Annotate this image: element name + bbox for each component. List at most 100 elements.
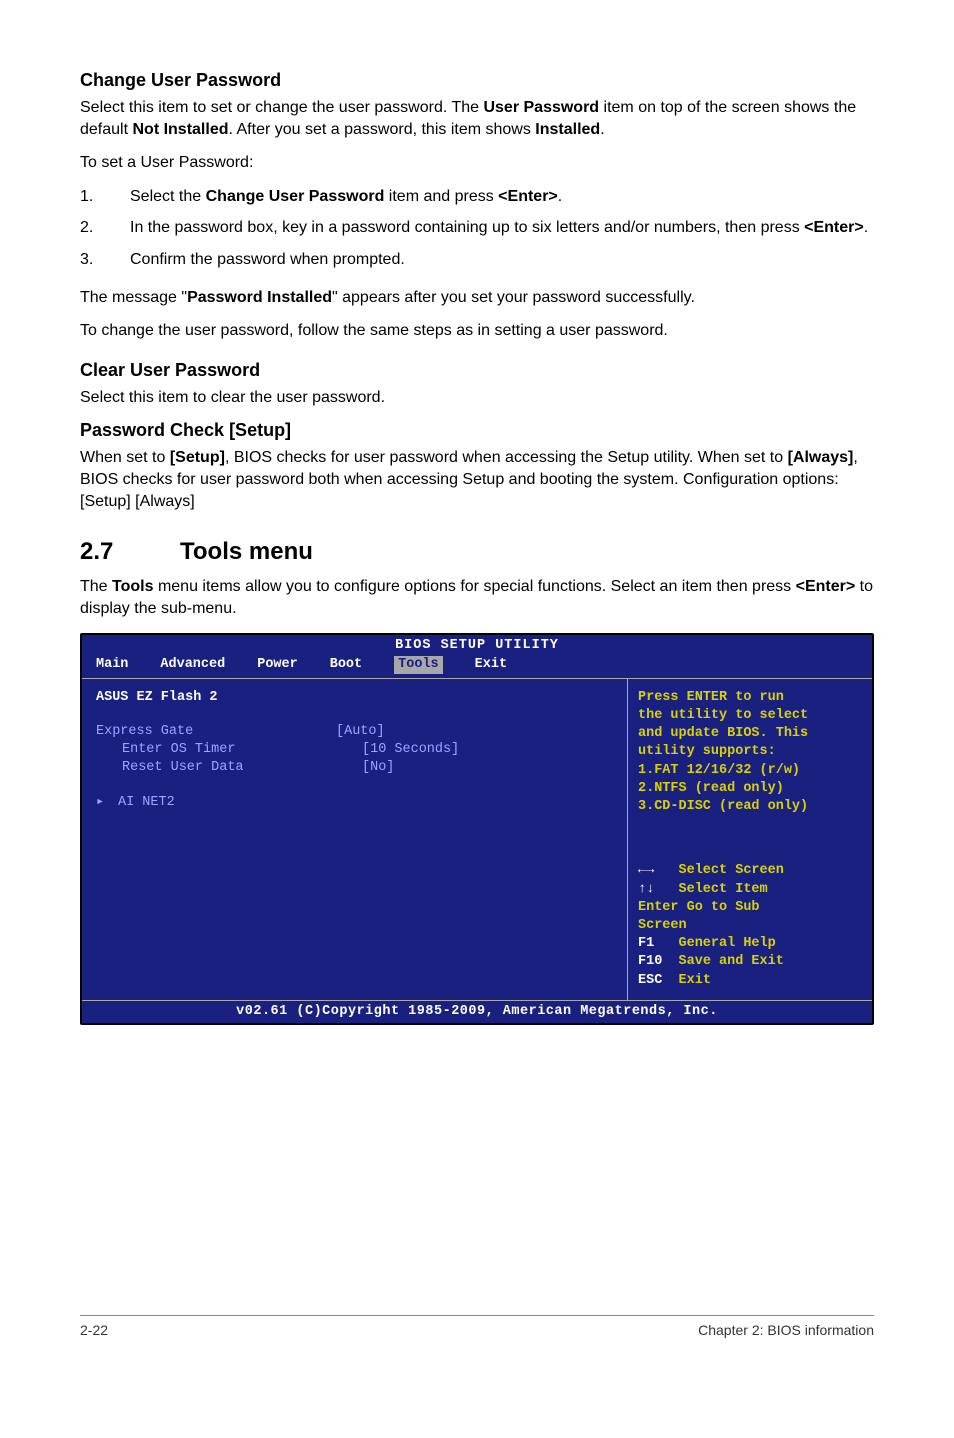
bios-item-ezflash[interactable]: ASUS EZ Flash 2 xyxy=(96,689,613,707)
nav-row: F1 General Help xyxy=(638,935,862,953)
text: " appears after you set your password su… xyxy=(332,289,695,306)
text-bold: Password Installed xyxy=(187,289,332,306)
bios-left-pane: ASUS EZ Flash 2 Express Gate [Auto] Ente… xyxy=(82,679,628,1000)
help-line: the utility to select xyxy=(638,707,862,725)
bios-right-pane: Press ENTER to run the utility to select… xyxy=(628,679,872,1000)
bios-item-label: Express Gate xyxy=(96,723,336,741)
text: , BIOS checks for user password when acc… xyxy=(225,449,788,466)
tab-advanced[interactable]: Advanced xyxy=(160,656,225,674)
page-number: 2-22 xyxy=(80,1322,108,1338)
bios-item-ai-net2[interactable]: ▸ AI NET2 xyxy=(96,794,613,812)
nav-text: Enter Go to Sub xyxy=(638,900,760,915)
nav-text: Screen xyxy=(638,918,687,933)
text: . xyxy=(600,121,604,138)
step-text: Confirm the password when prompted. xyxy=(130,249,405,271)
text: . After you set a password, this item sh… xyxy=(229,121,536,138)
paragraph: Select this item to clear the user passw… xyxy=(80,387,874,409)
steps-list: 1. Select the Change User Password item … xyxy=(80,186,874,271)
section-title: Tools menu xyxy=(180,538,313,565)
bios-item-value: [Auto] xyxy=(336,723,385,741)
step-number: 1. xyxy=(80,186,130,208)
help-line: 1.FAT 12/16/32 (r/w) xyxy=(638,762,862,780)
tab-power[interactable]: Power xyxy=(257,656,298,674)
bios-nav-help: ←→ Select Screen ↑↓ Select Item Enter Go… xyxy=(638,862,862,990)
step-number: 3. xyxy=(80,249,130,271)
text-bold: <Enter> xyxy=(498,188,558,205)
key-f10: F10 xyxy=(638,954,662,969)
heading-password-check: Password Check [Setup] xyxy=(80,420,874,441)
help-line: utility supports: xyxy=(638,743,862,761)
step-number: 2. xyxy=(80,217,130,239)
text-bold: <Enter> xyxy=(804,219,864,236)
list-item: 3. Confirm the password when prompted. xyxy=(80,249,874,271)
key-esc: ESC xyxy=(638,973,662,988)
text: Select the xyxy=(130,188,206,205)
bios-body: ASUS EZ Flash 2 Express Gate [Auto] Ente… xyxy=(82,678,872,1000)
nav-text: Save and Exit xyxy=(662,954,784,969)
text: The xyxy=(80,578,112,595)
text-bold: Change User Password xyxy=(206,188,385,205)
nav-row: Enter Go to Sub xyxy=(638,899,862,917)
bios-screenshot: BIOS SETUP UTILITY Main Advanced Power B… xyxy=(80,633,874,1025)
section-number: 2.7 xyxy=(80,538,180,566)
text: . xyxy=(558,188,562,205)
text: When set to xyxy=(80,449,170,466)
paragraph: To change the user password, follow the … xyxy=(80,320,874,342)
tab-boot[interactable]: Boot xyxy=(330,656,362,674)
text: In the password box, key in a password c… xyxy=(130,219,804,236)
help-line: Press ENTER to run xyxy=(638,689,862,707)
bios-item-value: [10 Seconds] xyxy=(362,741,459,759)
paragraph: The message "Password Installed" appears… xyxy=(80,287,874,309)
heading-clear-user-password: Clear User Password xyxy=(80,360,874,381)
arrows-ud-icon: ↑↓ xyxy=(638,882,654,897)
bios-tabs: Main Advanced Power Boot Tools Exit xyxy=(82,656,872,678)
bios-item-label: ASUS EZ Flash 2 xyxy=(96,689,336,707)
nav-row: ←→ Select Screen xyxy=(638,862,862,880)
bios-item-reset-user-data[interactable]: Reset User Data [No] xyxy=(96,759,613,777)
section-tools-menu: 2.7Tools menu xyxy=(80,538,874,566)
nav-row: F10 Save and Exit xyxy=(638,953,862,971)
paragraph: The Tools menu items allow you to config… xyxy=(80,576,874,619)
text: item and press xyxy=(384,188,498,205)
step-text: In the password box, key in a password c… xyxy=(130,217,868,239)
nav-text: Exit xyxy=(662,973,711,988)
paragraph: To set a User Password: xyxy=(80,152,874,174)
submenu-arrow-icon: ▸ xyxy=(96,794,108,812)
bios-item-value: [No] xyxy=(362,759,394,777)
bios-title: BIOS SETUP UTILITY xyxy=(82,635,872,655)
text-bold: [Always] xyxy=(788,449,854,466)
text-bold: User Password xyxy=(483,99,599,116)
tab-tools[interactable]: Tools xyxy=(394,656,443,674)
nav-text: Select Item xyxy=(654,882,767,897)
help-line: 3.CD-DISC (read only) xyxy=(638,798,862,816)
key-f1: F1 xyxy=(638,936,654,951)
bios-help-text: Press ENTER to run the utility to select… xyxy=(638,689,862,817)
bios-item-label: Reset User Data xyxy=(96,759,362,777)
bios-item-express-gate[interactable]: Express Gate [Auto] xyxy=(96,723,613,741)
paragraph: Select this item to set or change the us… xyxy=(80,97,874,140)
text: The message " xyxy=(80,289,187,306)
list-item: 2. In the password box, key in a passwor… xyxy=(80,217,874,239)
heading-change-user-password: Change User Password xyxy=(80,70,874,91)
nav-row: ESC Exit xyxy=(638,972,862,990)
nav-text: Select Screen xyxy=(654,863,784,878)
tab-main[interactable]: Main xyxy=(96,656,128,674)
text-bold: [Setup] xyxy=(170,449,225,466)
text-bold: Not Installed xyxy=(132,121,228,138)
text: menu items allow you to configure option… xyxy=(154,578,796,595)
chapter-label: Chapter 2: BIOS information xyxy=(698,1322,874,1338)
text-bold: Installed xyxy=(535,121,600,138)
tab-exit[interactable]: Exit xyxy=(475,656,507,674)
step-text: Select the Change User Password item and… xyxy=(130,186,562,208)
paragraph: When set to [Setup], BIOS checks for use… xyxy=(80,447,874,512)
text: . xyxy=(864,219,868,236)
help-line: 2.NTFS (read only) xyxy=(638,780,862,798)
bios-item-enter-os-timer[interactable]: Enter OS Timer [10 Seconds] xyxy=(96,741,613,759)
text-bold: Tools xyxy=(112,578,153,595)
nav-row: Screen xyxy=(638,917,862,935)
text: Select this item to set or change the us… xyxy=(80,99,483,116)
nav-text: General Help xyxy=(654,936,776,951)
text-bold: <Enter> xyxy=(796,578,856,595)
help-line: and update BIOS. This xyxy=(638,725,862,743)
bios-footer: v02.61 (C)Copyright 1985-2009, American … xyxy=(82,1000,872,1023)
